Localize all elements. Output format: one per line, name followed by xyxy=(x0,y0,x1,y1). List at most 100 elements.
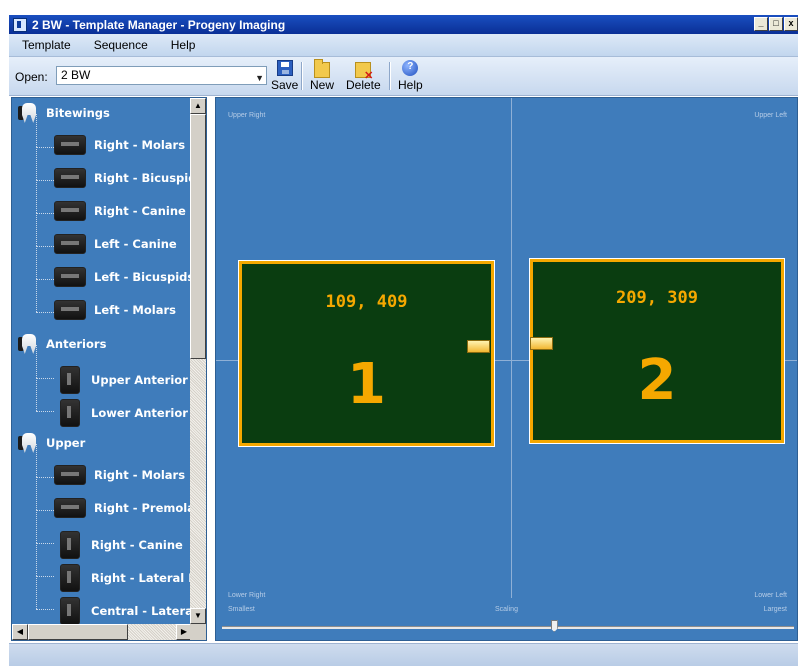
new-button[interactable]: New xyxy=(310,59,335,92)
tree-item-label: Upper Anterior xyxy=(91,373,188,387)
scroll-down-button[interactable]: ▼ xyxy=(190,608,206,624)
chevron-down-icon[interactable]: ▼ xyxy=(255,70,264,87)
menu-help[interactable]: Help xyxy=(158,38,206,52)
horizontal-sensor-icon xyxy=(54,498,86,518)
template-coords: 209, 309 xyxy=(616,288,698,308)
tree-node[interactable]: Upper Anterior xyxy=(54,366,188,394)
window-title: 2 BW - Template Manager - Progeny Imagin… xyxy=(32,17,286,32)
tree-node[interactable]: Right - Canine xyxy=(54,531,183,559)
vertical-sensor-icon xyxy=(60,564,80,592)
tree-connector xyxy=(36,510,37,543)
horizontal-sensor-icon xyxy=(54,267,86,287)
template-canvas[interactable]: Upper Right Upper Left Lower Right Lower… xyxy=(215,97,798,641)
tree-node[interactable]: Left - Bicuspids xyxy=(54,267,194,287)
template-tree-panel: Bitewings Right - Molars Right - Bicuspid R… xyxy=(11,97,207,641)
upper-right-label: Upper Right xyxy=(228,112,266,119)
toolbar: Open: 2 BW ▼ Save New Delete ? Help xyxy=(9,57,798,96)
window-controls: _ □ x xyxy=(754,17,798,31)
tree-connector xyxy=(36,444,37,477)
close-button[interactable]: x xyxy=(784,17,798,31)
tree-connector xyxy=(36,246,54,247)
tree-connector xyxy=(36,279,37,312)
save-label: Save xyxy=(271,78,299,92)
tree-connector xyxy=(36,246,37,279)
horizontal-sensor-icon xyxy=(54,234,86,254)
vertical-sensor-icon xyxy=(60,399,80,427)
tree-item-label: Right - Molars xyxy=(94,138,186,152)
tree-item-label: Anteriors xyxy=(46,337,107,351)
app-icon xyxy=(13,17,27,32)
vertical-sensor-icon xyxy=(60,531,80,559)
tree-connector xyxy=(36,180,54,181)
tree-node[interactable]: Right - Bicuspid xyxy=(54,168,196,188)
upper-left-label: Upper Left xyxy=(754,112,787,119)
template-box-1[interactable]: 109, 409 1 xyxy=(238,260,495,447)
help-button[interactable]: ? Help xyxy=(398,60,423,92)
tree-node[interactable]: Right - Molars xyxy=(54,135,185,155)
menu-template[interactable]: Template xyxy=(9,38,81,52)
scroll-up-button[interactable]: ▲ xyxy=(190,98,206,114)
tree-item-label: Upper xyxy=(46,436,86,450)
lower-right-label: Lower Right xyxy=(228,592,266,599)
open-label: Open: xyxy=(15,70,48,84)
tree-connector xyxy=(36,114,37,147)
help-label: Help xyxy=(398,78,423,92)
scroll-thumb[interactable] xyxy=(190,114,206,359)
template-1-handle[interactable] xyxy=(467,340,490,353)
tree-node[interactable]: Right - Lateral I xyxy=(54,564,193,592)
vertical-sensor-icon xyxy=(60,366,80,394)
vertical-axis-line xyxy=(511,98,512,598)
tree-connector xyxy=(36,477,54,478)
tree-node[interactable]: Left - Canine xyxy=(54,234,177,254)
tree-item-label: Central - Latera xyxy=(91,604,193,618)
scaling-slider-thumb[interactable] xyxy=(550,620,558,632)
tree-item-label: Right - Bicuspid xyxy=(94,171,197,185)
delete-button[interactable]: Delete xyxy=(346,60,381,92)
template-box-2[interactable]: 209, 309 2 xyxy=(529,258,785,444)
tree-node[interactable]: Central - Latera xyxy=(54,597,193,625)
slider-smallest-label: Smallest xyxy=(228,606,255,613)
tree-connector xyxy=(36,477,37,510)
scroll-left-button[interactable]: ◀ xyxy=(12,624,28,640)
status-bar xyxy=(9,643,798,666)
save-button[interactable]: Save xyxy=(271,60,298,92)
scaling-slider-track[interactable] xyxy=(222,626,794,629)
horizontal-sensor-icon xyxy=(54,135,86,155)
tree-item-label: Right - Molars xyxy=(94,468,186,482)
tree-connector xyxy=(36,378,54,379)
tree-node[interactable]: Right - Premola xyxy=(54,498,195,518)
new-label: New xyxy=(310,78,335,92)
tree-vertical-scrollbar[interactable]: ▲ ▼ xyxy=(190,98,206,624)
tree-horizontal-scrollbar[interactable]: ◀ ▶ xyxy=(12,624,192,640)
tree-category[interactable]: Upper xyxy=(18,432,86,454)
tree-item-label: Right - Lateral I xyxy=(91,571,193,585)
tree-category[interactable]: Bitewings xyxy=(18,102,110,124)
slider-scaling-label: Scaling xyxy=(495,606,518,613)
maximize-button[interactable]: □ xyxy=(769,17,783,31)
tree-connector xyxy=(36,510,54,511)
tree-node[interactable]: Lower Anterior xyxy=(54,399,188,427)
tree-node[interactable]: Right - Canine xyxy=(54,201,186,221)
template-coords: 109, 409 xyxy=(325,292,408,312)
toolbar-separator xyxy=(301,62,303,90)
title-bar: 2 BW - Template Manager - Progeny Imagin… xyxy=(9,15,798,34)
horizontal-sensor-icon xyxy=(54,168,86,188)
horizontal-sensor-icon xyxy=(54,465,86,485)
horizontal-scroll-thumb[interactable] xyxy=(28,624,128,640)
new-folder-icon xyxy=(314,59,330,78)
tree-category[interactable]: Anteriors xyxy=(18,333,107,355)
tree-node[interactable]: Left - Molars xyxy=(54,300,176,320)
tree-connector xyxy=(36,312,54,313)
tree-item-label: Right - Premola xyxy=(94,501,195,515)
tree-connector xyxy=(36,576,54,577)
tree-connector xyxy=(36,213,37,246)
tree-item-label: Left - Canine xyxy=(94,237,177,251)
tree-connector xyxy=(36,147,37,180)
tree-node[interactable]: Right - Molars xyxy=(54,465,185,485)
tree-connector xyxy=(36,411,54,412)
lower-left-label: Lower Left xyxy=(754,592,787,599)
open-template-select[interactable]: 2 BW ▼ xyxy=(56,66,267,85)
minimize-button[interactable]: _ xyxy=(754,17,768,31)
template-2-handle[interactable] xyxy=(530,337,553,350)
menu-sequence[interactable]: Sequence xyxy=(81,38,158,52)
